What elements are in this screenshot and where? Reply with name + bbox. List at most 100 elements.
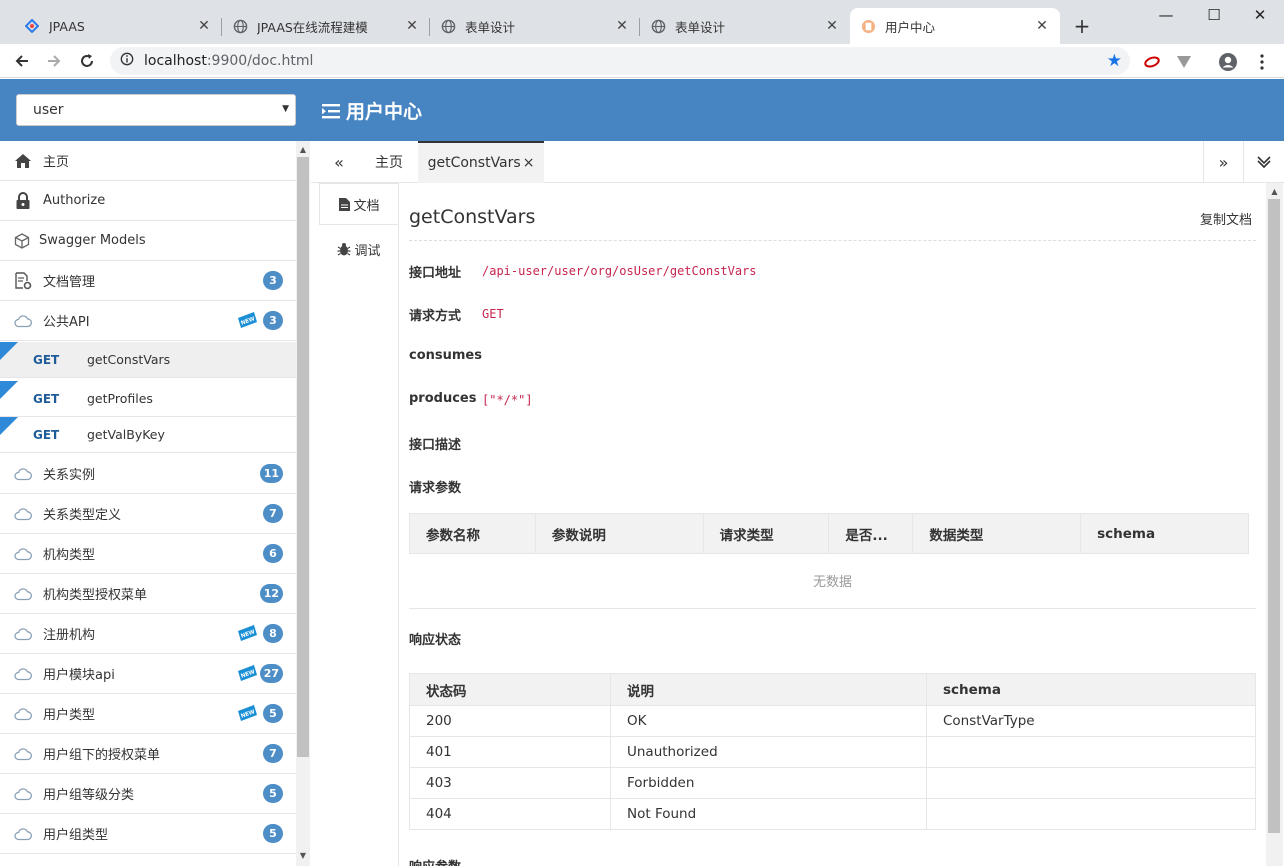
close-icon[interactable]: ✕ [1034,18,1050,34]
response-params-label: 响应参数 [409,856,461,866]
globe-icon [650,18,666,34]
method-value: GET [482,307,504,321]
sidebar-item-org-type[interactable]: 机构类型 6 [0,534,296,574]
menu-dots-icon[interactable] [1252,52,1272,72]
count-badge: 27 [259,664,283,683]
api-item-getconstvars[interactable]: GET getConstVars [0,342,296,378]
new-tab-button[interactable]: + [1070,14,1094,38]
status-code-cell: 401 [409,736,611,768]
window-close-icon[interactable]: ✕ [1250,6,1270,24]
table-header-row: 参数名称 参数说明 请求类型 是否... 数据类型 schema [409,513,1249,554]
column-header[interactable]: 请求类型 [702,513,830,554]
sidebar-item-swagger-models[interactable]: Swagger Models [0,221,296,261]
schema-cell [926,798,1256,830]
sidebar-item-relation-instance[interactable]: 关系实例 11 [0,454,296,494]
address-bar[interactable]: localhost:9900/doc.html ★ [110,47,1130,75]
table-row: 403 Forbidden [409,767,1256,799]
browser-tab[interactable]: JPAAS ✕ [14,8,222,44]
tab-getconstvars[interactable]: getConstVars × [418,141,544,183]
tabs-prev-icon[interactable]: « [319,141,359,183]
group-select[interactable]: user ▼ [16,94,296,126]
sidebar-item-group-type[interactable]: 用户组类型 5 [0,814,296,854]
column-header: 参数名称 [409,513,536,554]
count-badge: 5 [263,704,283,723]
sidebar-item-label: 机构类型授权菜单 [43,588,148,603]
sidebar-item-label: 用户模块api [43,668,115,683]
produces-label: produces [409,391,477,406]
cloud-api-icon [14,545,32,563]
sidebar-item-register-org[interactable]: 注册机构 NEW 8 [0,614,296,654]
cloud-api-icon [14,745,32,763]
reload-icon[interactable] [75,49,99,73]
count-badge: 6 [263,544,283,563]
tab-doc[interactable]: 文档 [319,183,399,225]
browser-tab-title: 表单设计 [675,19,726,35]
sidebar-item-authorize[interactable]: Authorize [0,181,296,221]
api-url-value: /api-user/user/org/osUser/getConstVars [482,264,757,278]
tab-close-icon[interactable]: × [523,155,535,171]
tab-home[interactable]: 主页 [361,141,417,183]
extension-icon[interactable] [1142,52,1162,72]
api-item-getprofiles[interactable]: GET getProfiles [0,381,296,417]
column-header[interactable]: 数据类型 [912,513,1082,554]
tab-debug[interactable]: 调试 [319,228,399,270]
sidebar-item-group-level[interactable]: 用户组等级分类 5 [0,774,296,814]
content-scrollbar[interactable]: ▲ [1266,183,1283,866]
tabs-next-icon[interactable]: » [1203,141,1243,183]
sidebar-item-group-menu[interactable]: 用户组下的授权菜单 7 [0,734,296,774]
http-method-label: GET [33,352,60,367]
sidebar-item-user-module-api[interactable]: 用户模块api NEW 27 [0,654,296,694]
sidebar-item-label: Authorize [43,193,106,208]
bookmark-star-icon[interactable]: ★ [1107,51,1122,71]
browser-tab[interactable]: JPAAS在线流程建模 ✕ [222,8,430,44]
browser-tab-strip: JPAAS ✕ JPAAS在线流程建模 ✕ 表单设计 ✕ 表单设计 ✕ 用户中心… [0,0,1284,44]
new-ribbon-icon: NEW [238,625,257,641]
scrollbar-thumb[interactable] [297,157,309,757]
extension-icon[interactable] [1174,52,1194,72]
tabs-menu-icon[interactable] [1243,141,1283,183]
sidebar-item-label: 用户组等级分类 [43,788,135,803]
profile-icon[interactable] [1218,52,1238,72]
minimize-icon[interactable]: — [1156,6,1176,24]
cloud-api-icon [14,785,32,803]
browser-tab-title: 表单设计 [465,19,516,35]
response-table: 状态码 说明 schema 200 OK ConstVarType 401 Un… [409,673,1256,830]
column-header: schema [926,673,1256,706]
back-icon[interactable] [10,49,34,73]
sidebar-scrollbar[interactable]: ▲ ▼ [296,141,310,866]
column-header[interactable]: 是否... [828,513,914,554]
method-label: 请求方式 [409,309,462,324]
api-item-getvalbykey[interactable]: GET getValByKey [0,417,296,453]
sidebar-item-public-api[interactable]: 公共API NEW 3 [0,301,296,341]
scrollbar-thumb[interactable] [1268,199,1280,833]
schema-cell: ConstVarType [926,705,1256,737]
scroll-up-icon[interactable]: ▲ [1266,187,1283,196]
maximize-icon[interactable]: ☐ [1204,6,1224,24]
table-header-row: 状态码 说明 schema [409,673,1256,706]
info-icon[interactable] [120,52,134,70]
address-url: localhost:9900/doc.html [144,53,313,69]
sidebar-item-label: 关系类型定义 [43,508,122,523]
sidebar-item-label: 用户组类型 [43,828,109,843]
menu-icon[interactable] [322,103,340,119]
api-path-label: getProfiles [87,391,153,406]
copy-doc-button[interactable]: 复制文档 [1200,209,1252,228]
sidebar-item-org-type-menu[interactable]: 机构类型授权菜单 12 [0,574,296,614]
close-icon[interactable]: ✕ [614,18,630,34]
scroll-down-icon[interactable]: ▼ [296,851,310,860]
sidebar-item-doc-manage[interactable]: 文档管理 3 [0,261,296,301]
sidebar-item-relation-type[interactable]: 关系类型定义 7 [0,494,296,534]
new-corner-icon [0,342,18,360]
close-icon[interactable]: ✕ [404,18,420,34]
forward-icon[interactable] [42,49,66,73]
browser-tab[interactable]: 表单设计 ✕ [640,8,850,44]
close-icon[interactable]: ✕ [196,18,212,34]
caret-down-icon: ▼ [282,104,289,114]
sidebar-item-user-type[interactable]: 用户类型 NEW 5 [0,694,296,734]
close-icon[interactable]: ✕ [824,18,840,34]
scroll-up-icon[interactable]: ▲ [296,145,310,154]
empty-state: 无数据 [409,553,1256,609]
browser-tab[interactable]: 表单设计 ✕ [430,8,640,44]
sidebar-item-home[interactable]: 主页 [0,141,296,181]
browser-tab-active[interactable]: 用户中心 ✕ [850,8,1060,44]
